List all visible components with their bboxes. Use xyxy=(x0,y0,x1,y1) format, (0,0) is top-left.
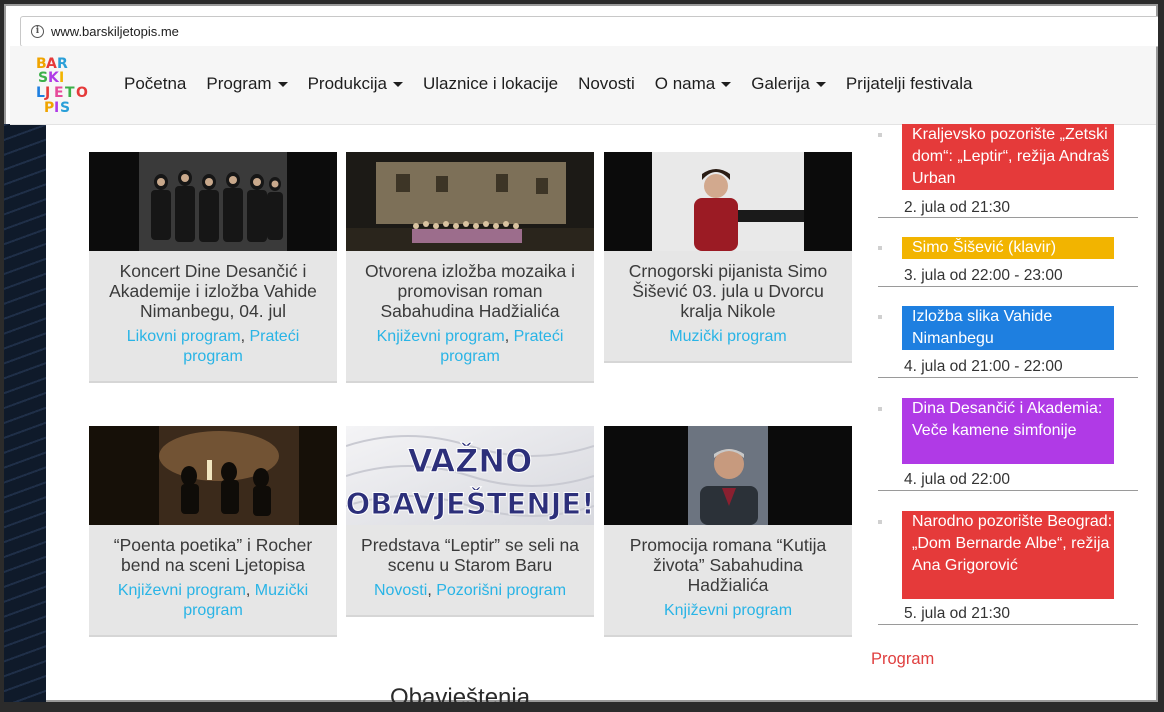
card-title[interactable]: Crnogorski pijanista Simo Šišević 03. ju… xyxy=(604,251,852,321)
svg-text:L: L xyxy=(36,85,45,101)
divider xyxy=(878,624,1138,625)
nav-item-label: Program xyxy=(206,74,272,93)
svg-text:S: S xyxy=(60,100,70,116)
event-title[interactable]: Izložba slika Vahide Nimanbegu xyxy=(902,306,1114,350)
tag-link[interactable]: Muzički program xyxy=(669,328,786,345)
caret-down-icon xyxy=(721,81,732,87)
svg-text:O: O xyxy=(76,85,88,101)
nav-item-o-nama[interactable]: O nama xyxy=(654,74,732,94)
card-tags: Likovni program, Prateći program xyxy=(126,328,300,365)
svg-text:P: P xyxy=(44,100,54,116)
svg-text:E: E xyxy=(54,85,64,101)
tag-link[interactable]: Književni program xyxy=(118,582,246,599)
divider xyxy=(878,377,1138,378)
card-thumbnail-band-photo[interactable] xyxy=(89,152,337,251)
nav-item-program[interactable]: Program xyxy=(206,74,288,94)
main-nav: Početna Program Produkcija Ulaznice i lokac… xyxy=(124,74,992,94)
event-date: 2. jula od 21:30 xyxy=(904,199,1011,216)
nav-item-produkcija[interactable]: Produkcija xyxy=(308,74,403,94)
nav-item-label: Početna xyxy=(124,74,187,93)
bullet-icon xyxy=(878,315,882,319)
card-tags: Književni program xyxy=(604,595,852,635)
nav-item-prijatelji-festivala[interactable]: Prijatelji festivala xyxy=(846,74,973,94)
svg-text:I: I xyxy=(54,100,59,116)
card-thumbnail-stage-photo[interactable] xyxy=(89,426,337,525)
news-card[interactable]: Promocija romana “Kutija života” Sabahud… xyxy=(604,426,852,635)
url-text[interactable]: www.barskiljetopis.me xyxy=(51,24,179,39)
svg-text:S: S xyxy=(38,70,48,86)
card-tags: Muzički program xyxy=(604,321,852,361)
nav-item-novosti[interactable]: Novosti xyxy=(578,74,635,94)
news-card[interactable]: Koncert Dine Desančić i Akademije i izlo… xyxy=(89,152,337,381)
event-title[interactable]: Kraljevsko pozorište „Zetski dom“: „Lept… xyxy=(902,124,1114,190)
nav-item-po-etna[interactable]: Početna xyxy=(124,74,186,94)
bullet-icon xyxy=(878,133,882,137)
event-date: 5. jula od 21:30 xyxy=(904,605,1011,622)
event-title[interactable]: Dina Desančić i Akademia: Veče kamene si… xyxy=(902,398,1114,464)
card-title[interactable]: “Poenta poetika” i Rocher bend na sceni … xyxy=(89,525,337,575)
nav-item-label: Prijatelji festivala xyxy=(845,74,973,93)
caret-down-icon xyxy=(277,81,288,87)
decorative-background-band xyxy=(4,124,46,702)
news-card[interactable]: “Poenta poetika” i Rocher bend na sceni … xyxy=(89,426,337,635)
divider xyxy=(878,490,1138,491)
event-date: 4. jula od 21:00 - 22:00 xyxy=(904,358,1063,375)
address-bar[interactable]: i www.barskiljetopis.me xyxy=(20,16,1158,47)
news-card[interactable]: Otvorena izložba mozaika i promovisan ro… xyxy=(346,152,594,381)
divider xyxy=(878,217,1138,218)
svg-text:I: I xyxy=(59,70,64,86)
event-date: 3. jula od 22:00 - 23:00 xyxy=(904,267,1063,284)
card-thumbnail-author-photo[interactable] xyxy=(604,426,852,525)
card-tags: Novosti, Pozorišni program xyxy=(373,582,567,599)
card-thumbnail-announcement[interactable]: VAŽNO OBAVJEŠTENJE! xyxy=(346,426,594,525)
caret-down-icon xyxy=(392,81,403,87)
nav-item-label: O nama xyxy=(654,74,716,93)
nav-item-galerija[interactable]: Galerija xyxy=(751,74,826,94)
card-title[interactable]: Promocija romana “Kutija života” Sabahud… xyxy=(604,525,852,595)
tag-link[interactable]: Pozorišni program xyxy=(436,582,566,599)
announcement-text-line2: OBAVJEŠTENJE! xyxy=(346,487,594,521)
tag-link[interactable]: Književni program xyxy=(377,328,505,345)
news-card[interactable]: VAŽNO OBAVJEŠTENJE! Predstava “Leptir” s… xyxy=(346,426,594,615)
bullet-icon xyxy=(878,407,882,411)
tag-link[interactable]: Likovni program xyxy=(127,328,241,345)
card-title[interactable]: Koncert Dine Desančić i Akademije i izlo… xyxy=(89,251,337,321)
card-tags: Književni program, Muzički program xyxy=(117,582,309,619)
nav-item-label: Novosti xyxy=(578,74,635,93)
site-header: B A R S K I L J E T O P I S Početna Progr… xyxy=(10,46,1156,125)
card-thumbnail-pianist-photo[interactable] xyxy=(604,152,852,251)
event-title[interactable]: Simo Šišević (klavir) xyxy=(902,237,1114,259)
caret-down-icon xyxy=(815,81,826,87)
nav-item-label: Produkcija xyxy=(307,74,387,93)
nav-item-label: Ulaznice i lokacije xyxy=(422,74,559,93)
tag-link[interactable]: Novosti xyxy=(374,582,427,599)
nav-item-label: Galerija xyxy=(751,74,810,93)
card-title[interactable]: Otvorena izložba mozaika i promovisan ro… xyxy=(346,251,594,321)
nav-item-ulaznice-i-lokacije[interactable]: Ulaznice i lokacije xyxy=(423,74,558,94)
announcement-text-line1: VAŽNO xyxy=(408,442,533,480)
tag-link[interactable]: Književni program xyxy=(664,602,792,619)
card-title[interactable]: Predstava “Leptir” se seli na scenu u St… xyxy=(346,525,594,575)
bullet-icon xyxy=(878,246,882,250)
card-thumbnail-crowd-photo[interactable] xyxy=(346,152,594,251)
info-icon[interactable]: i xyxy=(31,25,44,38)
svg-text:J: J xyxy=(44,85,50,101)
event-date: 4. jula od 22:00 xyxy=(904,471,1011,488)
festival-logo[interactable]: B A R S K I L J E T O P I S xyxy=(34,54,96,118)
program-link[interactable]: Program xyxy=(871,650,934,669)
bullet-icon xyxy=(878,520,882,524)
news-card[interactable]: Crnogorski pijanista Simo Šišević 03. ju… xyxy=(604,152,852,361)
window-border xyxy=(0,702,1164,708)
card-tags: Književni program, Prateći program xyxy=(376,328,564,365)
event-title[interactable]: Narodno pozorište Beograd: „Dom Bernarde… xyxy=(902,511,1114,599)
svg-text:T: T xyxy=(65,85,75,101)
divider xyxy=(878,286,1138,287)
